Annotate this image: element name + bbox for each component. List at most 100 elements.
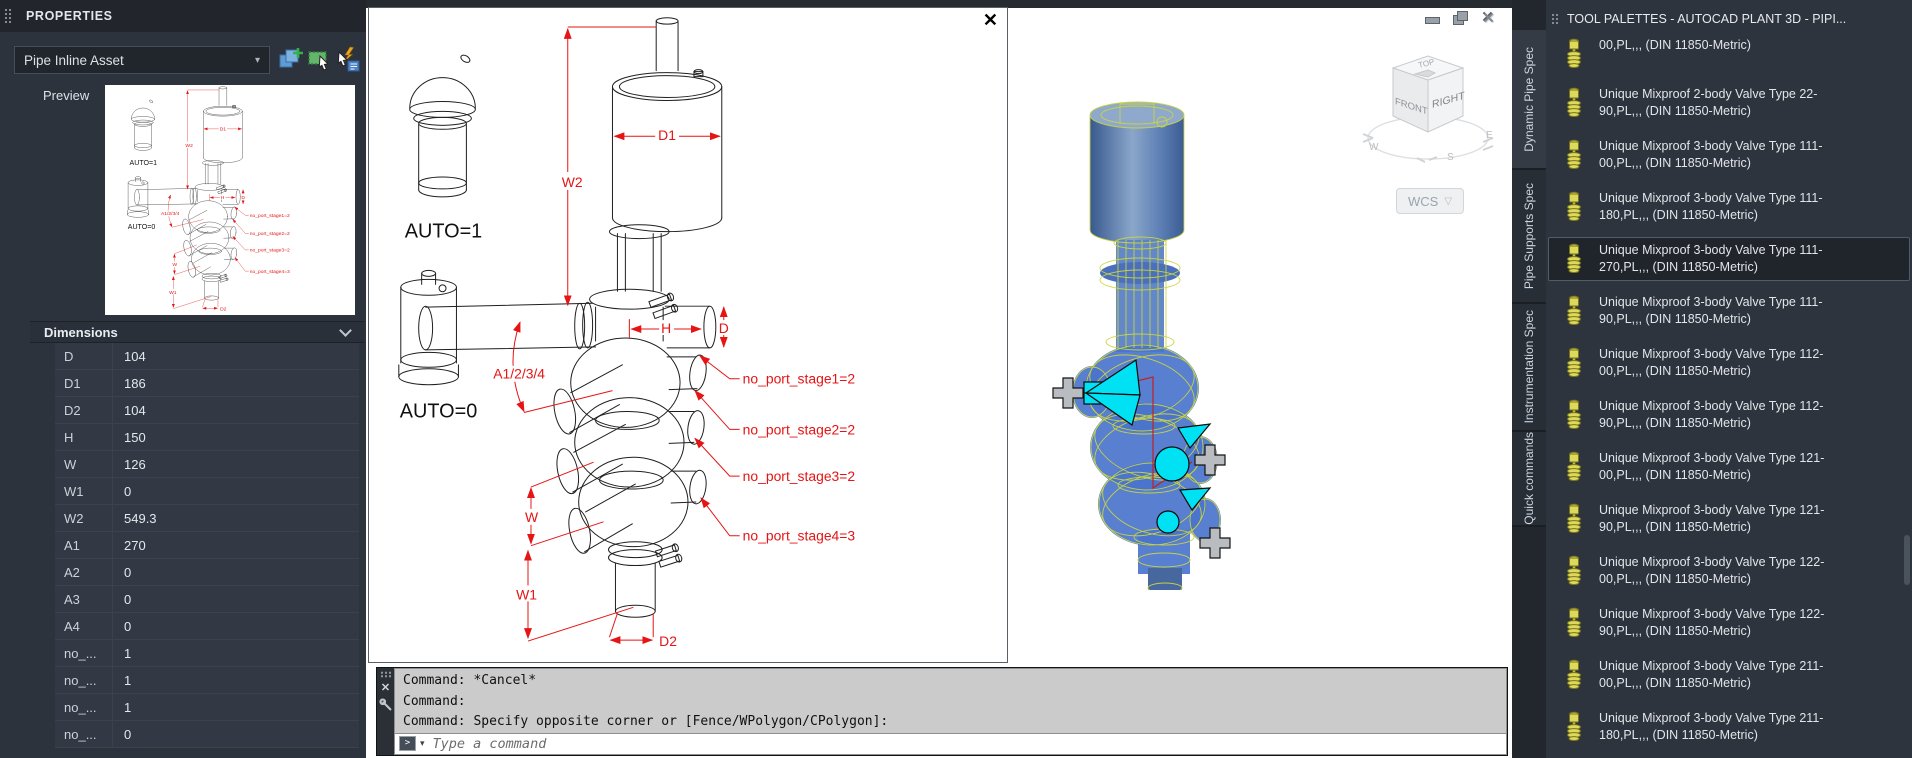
palette-tab[interactable]: Dynamic Pipe Spec [1512,30,1546,170]
scrollbar-thumb[interactable] [1904,535,1910,585]
palette-item[interactable]: Unique Mixproof 3-body Valve Type 122- 0… [1548,549,1910,593]
tool-palettes-title: TOOL PALETTES - AUTOCAD PLANT 3D - PIPI.… [1567,12,1847,26]
palette-item[interactable]: Unique Mixproof 3-body Valve Type 111- 2… [1548,237,1910,281]
palette-item-list: 00,PL,,, (DIN 11850-Metric) Unique Mixpr… [1546,32,1912,758]
property-name: H [55,424,113,450]
property-value[interactable]: 0 [113,484,131,499]
palette-item-label-line1: Unique Mixproof 3-body Valve Type 111- [1599,191,1823,205]
palette-item-label-line2: 90,PL,,, (DIN 11850-Metric) [1599,312,1751,326]
property-value[interactable]: 104 [113,349,146,364]
preview-pane [105,85,355,315]
command-prompt-icon[interactable]: > [399,736,416,752]
property-name: no_... [55,694,113,720]
palette-item-label-line1: Unique Mixproof 3-body Valve Type 112- [1599,347,1824,361]
properties-title-bar[interactable]: PROPERTIES [0,0,366,32]
command-history[interactable]: Command: *Cancel* Command: Command: Spec… [394,668,1507,733]
palette-item[interactable]: Unique Mixproof 2-body Valve Type 22- 90… [1548,81,1910,125]
palette-item[interactable]: Unique Mixproof 3-body Valve Type 211- 0… [1548,653,1910,697]
property-value[interactable]: 1 [113,673,131,688]
property-row[interactable]: no_... 1 [55,640,359,667]
property-row[interactable]: H 150 [55,424,359,451]
property-value[interactable]: 0 [113,592,131,607]
property-row[interactable]: A4 0 [55,613,359,640]
palette-item-label-line1: Unique Mixproof 3-body Valve Type 112- [1599,399,1824,413]
property-row[interactable]: W 126 [55,451,359,478]
palette-item-label-line1: Unique Mixproof 3-body Valve Type 121- [1599,451,1825,465]
restore-icon[interactable] [1452,11,1469,26]
palette-item-label-line1: Unique Mixproof 3-body Valve Type 122- [1599,607,1825,621]
property-name: A3 [55,586,113,612]
property-value[interactable]: 0 [113,727,131,742]
property-row[interactable]: D2 104 [55,397,359,424]
palette-item[interactable]: Unique Mixproof 3-body Valve Type 111- 0… [1548,133,1910,177]
palette-item[interactable]: Unique Mixproof 3-body Valve Type 112- 9… [1548,393,1910,437]
quick-select-button[interactable] [333,46,360,73]
valve-icon [1567,607,1581,637]
property-value[interactable]: 0 [113,619,131,634]
palette-item-label-line2: 90,PL,,, (DIN 11850-Metric) [1599,520,1751,534]
property-value[interactable]: 104 [113,403,146,418]
palette-item[interactable]: Unique Mixproof 3-body Valve Type 112- 0… [1548,341,1910,385]
palette-item-label-line2: 180,PL,,, (DIN 11850-Metric) [1599,728,1758,742]
property-name: D1 [55,370,113,396]
valve-3d-model[interactable] [1020,90,1270,590]
valve-icon [1567,295,1581,325]
property-name: A4 [55,613,113,639]
command-window-handle[interactable]: ✕ [377,668,394,755]
property-row[interactable]: A2 0 [55,559,359,586]
palette-grip-icon[interactable] [1551,13,1559,25]
command-grip-icon[interactable] [379,671,392,678]
palette-item[interactable]: 00,PL,,, (DIN 11850-Metric) [1548,32,1910,73]
command-close-icon[interactable]: ✕ [381,682,390,694]
property-value[interactable]: 126 [113,457,146,472]
property-row[interactable]: W2 549.3 [55,505,359,532]
palette-tab[interactable]: Quick commands [1512,432,1546,527]
recent-commands-icon[interactable]: ▾ [420,738,425,749]
property-value[interactable]: 270 [113,538,146,553]
palette-item[interactable]: Unique Mixproof 3-body Valve Type 111- 1… [1548,185,1910,229]
autocad-plant3d-screen: AUTO=1 AUTO=0 [0,0,1912,758]
palette-item-label-line2: 90,PL,,, (DIN 11850-Metric) [1599,416,1751,430]
palette-item-label-line1: Unique Mixproof 3-body Valve Type 111- [1599,243,1823,257]
dimensions-section-header[interactable]: Dimensions [30,321,364,343]
collapse-chevron-icon[interactable] [339,324,352,337]
wcs-label: WCS [1407,193,1439,209]
property-row[interactable]: no_... 0 [55,721,359,748]
palette-item[interactable]: Unique Mixproof 3-body Valve Type 211- 1… [1548,705,1910,749]
palette-item-label-line1: Unique Mixproof 3-body Valve Type 122- [1599,555,1825,569]
property-row[interactable]: no_... 1 [55,667,359,694]
palette-item[interactable]: Unique Mixproof 3-body Valve Type 122- 9… [1548,601,1910,645]
command-input[interactable]: > ▾ Type a command [394,732,1507,755]
property-row[interactable]: no_... 1 [55,694,359,721]
property-value[interactable]: 1 [113,700,131,715]
property-value[interactable]: 0 [113,565,131,580]
property-row[interactable]: D1 186 [55,370,359,397]
select-objects-button[interactable] [305,46,332,73]
drawing-canvas[interactable]: W S E TOP FRONT RIGHT WCS ▽ ✕ ✕ ✕ Comman… [366,0,1512,758]
palette-item[interactable]: Unique Mixproof 3-body Valve Type 121- 9… [1548,497,1910,541]
tool-palettes-title-bar[interactable]: TOOL PALETTES - AUTOCAD PLANT 3D - PIPI.… [1546,6,1912,32]
object-type-dropdown[interactable]: Pipe Inline Asset ▾ [14,46,270,74]
palette-grip-icon[interactable] [4,8,12,24]
property-row[interactable]: W1 0 [55,478,359,505]
customize-wrench-icon[interactable] [378,698,393,712]
close-icon[interactable]: ✕ [1480,11,1497,26]
property-row[interactable]: A3 0 [55,586,359,613]
palette-tab[interactable]: Instrumentation Spec [1512,304,1546,432]
palette-item[interactable]: Unique Mixproof 3-body Valve Type 121- 0… [1548,445,1910,489]
property-row[interactable]: D 104 [55,343,359,370]
property-value[interactable]: 150 [113,430,146,445]
property-row[interactable]: A1 270 [55,532,359,559]
palette-tab-label: Pipe Supports Spec [1522,182,1536,290]
wcs-control[interactable]: WCS ▽ [1396,188,1464,214]
property-value[interactable]: 186 [113,376,146,391]
palette-tab[interactable]: Pipe Supports Spec [1512,170,1546,304]
property-value[interactable]: 549.3 [113,511,157,526]
minimize-icon[interactable] [1424,11,1441,26]
toggle-pickadd-button[interactable] [276,46,303,73]
tool-palettes-panel: TOOL PALETTES - AUTOCAD PLANT 3D - PIPI.… [1546,0,1912,758]
palette-item-label-line2: 180,PL,,, (DIN 11850-Metric) [1599,208,1758,222]
palette-tab-label: Quick commands [1522,432,1536,525]
palette-item[interactable]: Unique Mixproof 3-body Valve Type 111- 9… [1548,289,1910,333]
property-value[interactable]: 1 [113,646,131,661]
